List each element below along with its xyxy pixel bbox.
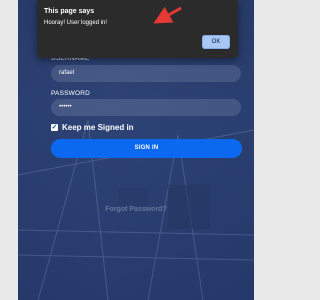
- red-arrow-icon: [153, 6, 182, 24]
- dialog-ok-button[interactable]: OK: [202, 35, 230, 49]
- sign-in-button[interactable]: SIGN IN: [51, 139, 242, 158]
- password-label: PASSWORD: [51, 90, 91, 97]
- password-input[interactable]: ••••••: [51, 99, 241, 116]
- remember-me-label: Keep me Signed in: [62, 123, 134, 132]
- remember-me-row[interactable]: ✓ Keep me Signed in: [51, 123, 134, 132]
- forgot-password-link[interactable]: Forgot Password?: [18, 206, 254, 213]
- dialog-message: Hooray! User logged in!: [44, 20, 108, 26]
- dialog-title: This page says: [44, 8, 95, 15]
- browser-page: USERNAME rafael PASSWORD •••••• ✓ Keep m…: [0, 0, 275, 300]
- remember-checkbox[interactable]: ✓: [51, 124, 58, 131]
- alert-dialog: This page says Hooray! User logged in! O…: [37, 0, 238, 58]
- checkmark-icon: ✓: [51, 124, 58, 131]
- username-input[interactable]: rafael: [51, 65, 241, 82]
